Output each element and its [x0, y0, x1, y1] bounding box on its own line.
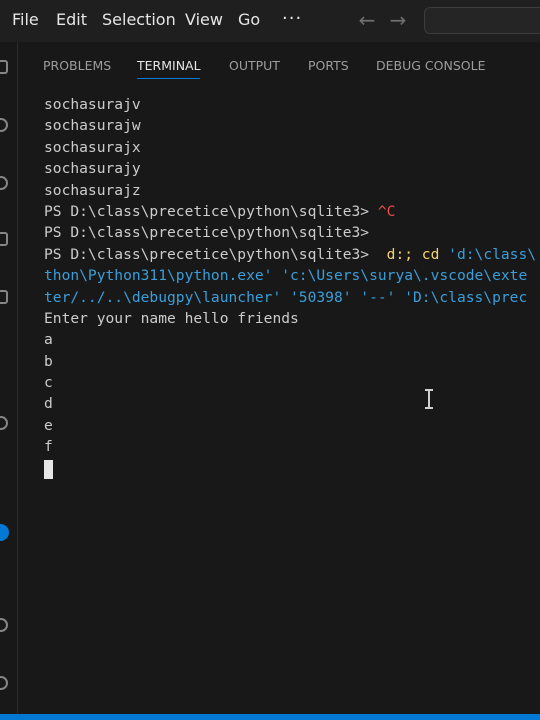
- terminal-input-line[interactable]: [44, 458, 540, 479]
- run-command-path: 'd:\class\: [448, 245, 537, 263]
- terminal-line: d: [44, 395, 53, 413]
- terminal-line: Enter your name hello friends: [44, 309, 299, 327]
- account-icon[interactable]: [0, 618, 8, 632]
- terminal-prompt-line: PS D:\class\precetice\python\sqlite3>: [44, 222, 540, 243]
- notification-badge: [0, 524, 9, 541]
- terminal-line: b: [44, 352, 53, 370]
- text-cursor: [44, 459, 53, 479]
- menu-more-icon[interactable]: ···: [282, 8, 302, 29]
- tab-terminal[interactable]: TERMINAL: [137, 58, 201, 73]
- terminal-line: f: [44, 438, 53, 456]
- command-center-search[interactable]: [424, 7, 540, 34]
- arrow-left-icon[interactable]: ←: [356, 8, 378, 32]
- terminal-line: sochasurajx: [44, 138, 141, 156]
- terminal-line: c: [44, 374, 53, 392]
- source-control-icon[interactable]: [0, 176, 8, 190]
- remote-icon[interactable]: [0, 416, 8, 430]
- activity-bar: [0, 42, 18, 720]
- terminal-line: sochasurajv: [44, 96, 141, 113]
- explorer-icon[interactable]: [0, 60, 8, 74]
- terminal-output[interactable]: sochasurajv sochasurajw sochasurajx soch…: [44, 94, 540, 494]
- search-icon[interactable]: [0, 118, 8, 132]
- panel-tab-bar: PROBLEMS TERMINAL OUTPUT PORTS DEBUG CON…: [19, 42, 540, 86]
- terminal-line: sochasurajw: [44, 117, 141, 135]
- prompt: PS D:\class\precetice\python\sqlite3>: [44, 224, 378, 242]
- terminal-line: sochasurajz: [44, 181, 141, 199]
- tab-output[interactable]: OUTPUT: [229, 58, 280, 73]
- arrow-right-icon[interactable]: →: [387, 8, 409, 32]
- terminal-line: a: [44, 331, 53, 349]
- terminal-line: ter/../..\debugpy\launcher' '50398' '--'…: [44, 288, 528, 306]
- active-tab-indicator: [137, 78, 200, 79]
- prompt: PS D:\class\precetice\python\sqlite3>: [44, 202, 378, 220]
- prompt: PS D:\class\precetice\python\sqlite3>: [44, 245, 378, 263]
- terminal-prompt-line: PS D:\class\precetice\python\sqlite3> d:…: [44, 244, 540, 265]
- menu-go[interactable]: Go: [238, 10, 260, 29]
- tab-ports[interactable]: PORTS: [308, 58, 349, 73]
- terminal-line: e: [44, 416, 53, 434]
- terminal-prompt-line: PS D:\class\precetice\python\sqlite3> ^C: [44, 201, 540, 222]
- tab-debug-console[interactable]: DEBUG CONSOLE: [376, 58, 485, 73]
- run-debug-icon[interactable]: [0, 232, 8, 246]
- mouse-ibeam-icon: [424, 388, 434, 410]
- interrupt-signal: ^C: [377, 202, 396, 220]
- run-command: d:; cd: [377, 245, 449, 263]
- tab-problems[interactable]: PROBLEMS: [43, 58, 111, 73]
- gear-icon[interactable]: [0, 676, 8, 690]
- menu-view[interactable]: View: [185, 10, 223, 29]
- status-bar: [0, 714, 540, 720]
- menu-bar: File Edit Selection View Go ··· ← →: [0, 0, 540, 42]
- terminal-line: sochasurajy: [44, 160, 141, 178]
- terminal-line: thon\Python311\python.exe' 'c:\Users\sur…: [44, 267, 528, 285]
- extensions-icon[interactable]: [0, 290, 8, 304]
- menu-selection[interactable]: Selection: [102, 10, 176, 29]
- menu-file[interactable]: File: [12, 10, 39, 29]
- menu-edit[interactable]: Edit: [56, 10, 87, 29]
